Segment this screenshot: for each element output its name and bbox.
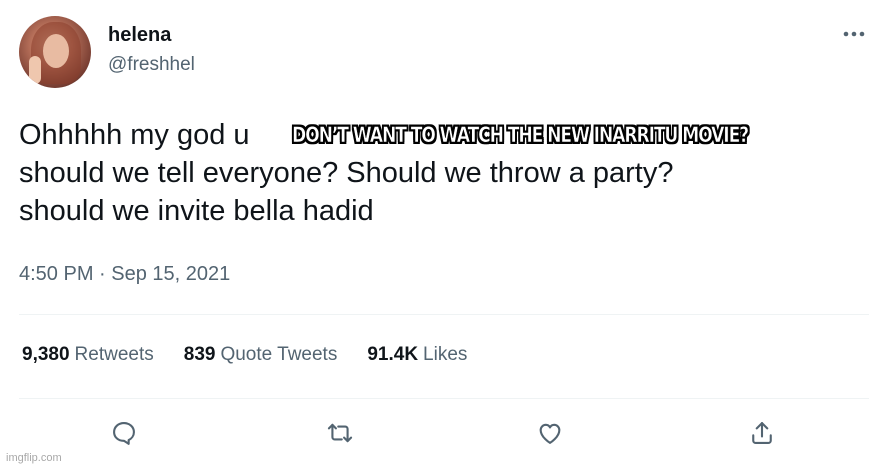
heart-icon xyxy=(539,423,561,444)
quote-tweets-count: 839 xyxy=(183,344,216,365)
retweet-icon xyxy=(327,423,353,443)
avatar-hand xyxy=(29,56,41,84)
tweet-timestamp[interactable]: 4:50 PM · Sep 15, 2021 xyxy=(19,263,230,286)
avatar-face xyxy=(43,34,69,68)
like-button[interactable] xyxy=(535,418,565,448)
retweets-stat[interactable]: 9,380 Retweets xyxy=(22,344,154,366)
share-button[interactable] xyxy=(747,418,777,448)
divider xyxy=(19,314,869,315)
likes-count: 91.4K xyxy=(367,344,419,365)
retweets-label: Retweets xyxy=(74,344,154,365)
user-handle[interactable]: @freshhel xyxy=(108,54,195,76)
reply-button[interactable] xyxy=(109,418,139,448)
meme-caption-overlay: DON’T WANT TO WATCH THE NEW INARRITU MOV… xyxy=(292,116,749,154)
more-options-icon[interactable] xyxy=(840,22,868,46)
quote-tweets-label: Quote Tweets xyxy=(220,344,338,365)
engagement-stats: 9,380 Retweets 839 Quote Tweets 91.4K Likes xyxy=(22,344,467,366)
display-name[interactable]: helena xyxy=(108,24,171,47)
retweets-count: 9,380 xyxy=(22,344,70,365)
divider xyxy=(19,398,869,399)
watermark: imgflip.com xyxy=(6,452,62,464)
avatar[interactable] xyxy=(19,16,91,88)
reply-icon xyxy=(113,422,135,445)
likes-stat[interactable]: 91.4K Likes xyxy=(367,344,467,366)
retweet-button[interactable] xyxy=(325,418,355,448)
quote-tweets-stat[interactable]: 839 Quote Tweets xyxy=(184,344,338,366)
likes-label: Likes xyxy=(423,344,468,365)
share-icon xyxy=(752,422,772,444)
